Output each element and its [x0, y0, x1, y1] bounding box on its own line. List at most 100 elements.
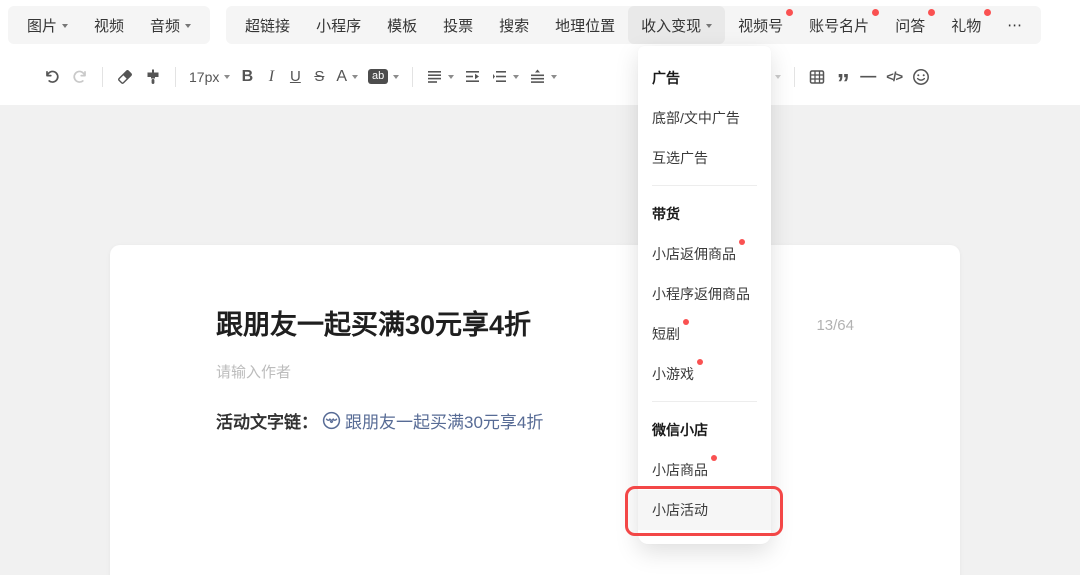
align-left-icon: [426, 68, 443, 85]
undo-button[interactable]: [38, 62, 66, 92]
chevron-down-icon: [448, 75, 454, 79]
line-spacing-button[interactable]: [524, 62, 562, 92]
font-size-select[interactable]: 17px: [184, 62, 235, 92]
article-title-input[interactable]: 跟朋友一起买满30元享4折: [216, 307, 531, 343]
dropdown-item-store-activity[interactable]: 小店活动: [638, 490, 771, 530]
notification-dot: [697, 359, 703, 365]
dropdown-item-label: 小程序返佣商品: [652, 284, 750, 304]
strikethrough-button[interactable]: S: [307, 62, 331, 92]
dropdown-item-short-drama[interactable]: 短剧: [638, 314, 771, 354]
menu-item-account-card[interactable]: 账号名片: [796, 6, 882, 44]
dropdown-section-header-wechat-store: 微信小店: [638, 410, 771, 450]
dropdown-section-header-ads: 广告: [638, 58, 771, 98]
chevron-down-icon: [551, 75, 557, 79]
highlight-badge: ab: [368, 69, 388, 84]
font-size-value: 17px: [189, 69, 219, 85]
font-color-label: A: [336, 68, 347, 86]
dropdown-item-label: 小店商品: [652, 460, 708, 480]
menu-item-location[interactable]: 地理位置: [542, 6, 628, 44]
menu-item-vote[interactable]: 投票: [430, 6, 486, 44]
dropdown-item-store-commission-goods[interactable]: 小店返佣商品: [638, 234, 771, 274]
wechat-store-icon: [322, 411, 341, 430]
table-icon: [808, 68, 826, 86]
dropdown-item-mini-game[interactable]: 小游戏: [638, 354, 771, 394]
indent-icon: [464, 68, 481, 85]
menu-item-label: 地理位置: [555, 15, 615, 36]
store-activity-link[interactable]: 跟朋友一起买满30元享4折: [322, 408, 543, 433]
code-block-button[interactable]: </>: [881, 62, 907, 92]
menu-item-label: 视频号: [738, 15, 783, 36]
eraser-icon: [116, 68, 134, 86]
dropdown-divider: [652, 185, 757, 186]
emoji-button[interactable]: [907, 62, 935, 92]
bold-button[interactable]: B: [235, 62, 259, 92]
menu-item-more[interactable]: ⋯: [994, 6, 1035, 44]
insert-table-button[interactable]: [803, 62, 831, 92]
menu-item-template[interactable]: 模板: [374, 6, 430, 44]
clear-format-button[interactable]: [111, 62, 139, 92]
notification-dot: [928, 9, 935, 16]
menu-item-image[interactable]: 图片: [14, 6, 81, 44]
menu-item-channels[interactable]: 视频号: [725, 6, 796, 44]
format-toolbar: 17px B I U S A ab: [0, 48, 1080, 105]
menu-item-gift[interactable]: 礼物: [938, 6, 994, 44]
dropdown-item-bottom-ad[interactable]: 底部/文中广告: [638, 98, 771, 138]
notification-dot: [872, 9, 879, 16]
store-activity-link-text: 跟朋友一起买满30元享4折: [345, 408, 543, 433]
document-page[interactable]: 跟朋友一起买满30元享4折 13/64 请输入作者 活动文字链： 跟朋友一起买满…: [110, 245, 960, 575]
dropdown-item-mutual-ad[interactable]: 互选广告: [638, 138, 771, 178]
paint-brush-icon: [144, 68, 162, 86]
menu-item-label: 视频: [94, 15, 124, 36]
highlight-color-button[interactable]: ab: [363, 62, 404, 92]
chevron-down-icon: [62, 24, 68, 28]
menu-item-label: 账号名片: [809, 15, 869, 36]
notification-dot: [739, 239, 745, 245]
font-color-button[interactable]: A: [331, 62, 363, 92]
redo-icon: [71, 68, 89, 86]
menu-item-monetization[interactable]: 收入变现: [628, 6, 725, 44]
dropdown-item-label: 底部/文中广告: [652, 108, 740, 128]
menu-item-label: 收入变现: [641, 15, 701, 36]
dropdown-item-store-goods[interactable]: 小店商品: [638, 450, 771, 490]
menu-item-search[interactable]: 搜索: [486, 6, 542, 44]
align-button[interactable]: [421, 62, 459, 92]
format-painter-button[interactable]: [139, 62, 167, 92]
horizontal-rule-button[interactable]: —: [855, 62, 881, 92]
paragraph-indent-button[interactable]: [486, 62, 524, 92]
toolbar-divider: [102, 67, 103, 87]
title-char-counter: 13/64: [816, 317, 854, 334]
indent-button[interactable]: [459, 62, 486, 92]
redo-button[interactable]: [66, 62, 94, 92]
chevron-down-icon: [775, 75, 781, 79]
notification-dot: [711, 455, 717, 461]
menu-item-video[interactable]: 视频: [81, 6, 137, 44]
dropdown-item-label: 互选广告: [652, 148, 708, 168]
toolbar-divider: [412, 67, 413, 87]
more-icon: ⋯: [1007, 16, 1022, 34]
editor-canvas: 跟朋友一起买满30元享4折 13/64 请输入作者 活动文字链： 跟朋友一起买满…: [0, 105, 1080, 575]
dropdown-item-label: 短剧: [652, 324, 680, 344]
menu-item-label: 投票: [443, 15, 473, 36]
dropdown-item-miniprogram-commission-goods[interactable]: 小程序返佣商品: [638, 274, 771, 314]
emoji-smile-icon: [912, 68, 930, 86]
menu-item-qa[interactable]: 问答: [882, 6, 938, 44]
menu-item-label: 音频: [150, 15, 180, 36]
toolbar-divider: [794, 67, 795, 87]
italic-button[interactable]: I: [259, 62, 283, 92]
top-menubar: 图片 视频 音频 超链接 小程序 模板 投票 搜索 地理位置 收入变现: [0, 0, 1080, 48]
line-spacing-icon: [529, 68, 546, 85]
blockquote-button[interactable]: ”: [831, 62, 855, 92]
notification-dot: [786, 9, 793, 16]
menu-item-label: 小程序: [316, 15, 361, 36]
menu-item-label: 图片: [27, 15, 57, 36]
menu-item-hyperlink[interactable]: 超链接: [232, 6, 303, 44]
notification-dot: [984, 9, 991, 16]
menu-item-miniprogram[interactable]: 小程序: [303, 6, 374, 44]
chevron-down-icon: [224, 75, 230, 79]
undo-icon: [43, 68, 61, 86]
menu-item-audio[interactable]: 音频: [137, 6, 204, 44]
dropdown-divider: [652, 401, 757, 402]
underline-button[interactable]: U: [283, 62, 307, 92]
toolbar-divider: [175, 67, 176, 87]
insert-media-group: 图片 视频 音频: [8, 6, 210, 44]
